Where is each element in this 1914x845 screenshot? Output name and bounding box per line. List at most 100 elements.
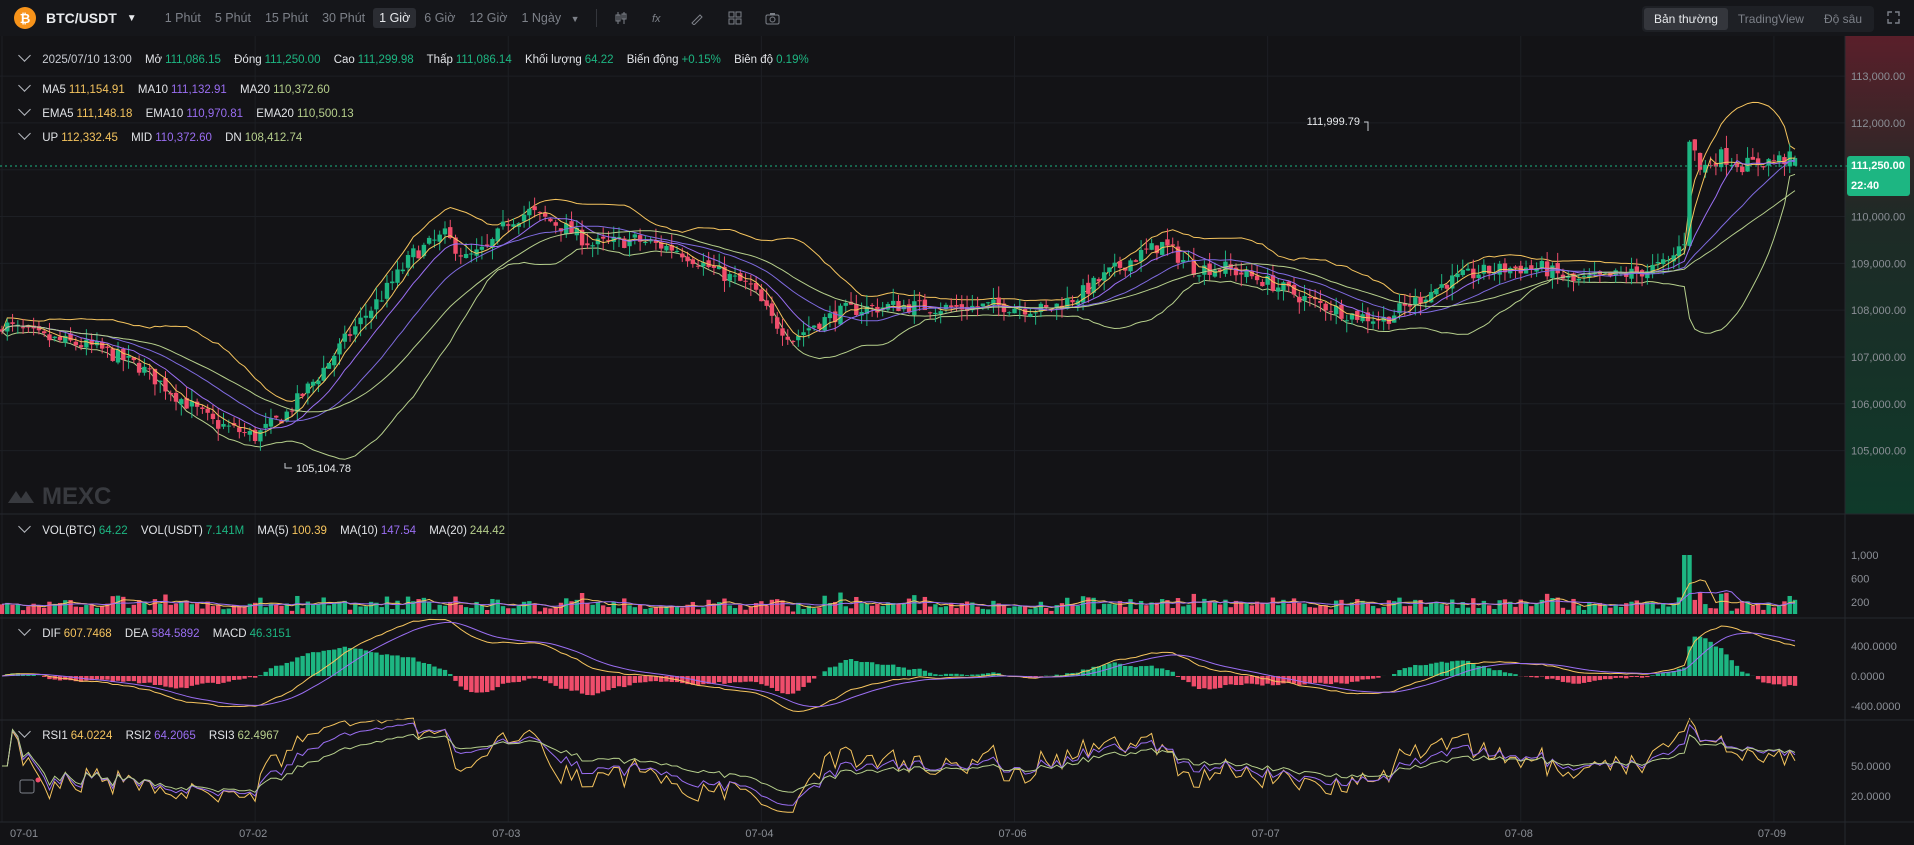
- interval-1h[interactable]: 1 Giờ: [373, 8, 417, 28]
- volume-bar: [400, 609, 405, 614]
- macd-histogram-bar: [1555, 676, 1560, 681]
- camera-icon[interactable]: [765, 10, 781, 26]
- volume-bar: [316, 603, 321, 614]
- macd-histogram-bar: [342, 646, 347, 676]
- volume-bar: [1787, 595, 1792, 614]
- view-tradingview[interactable]: TradingView: [1728, 8, 1814, 30]
- candle-body: [168, 393, 173, 395]
- candle-body: [1133, 260, 1139, 262]
- volume-bar: [1112, 604, 1117, 614]
- candle-body: [78, 345, 84, 348]
- volume-bar: [289, 610, 295, 614]
- draw-icon[interactable]: [689, 10, 705, 26]
- boll-up-value: 112,332.45: [61, 132, 118, 144]
- macd-histogram-bar: [579, 676, 585, 694]
- volume-bar: [332, 602, 337, 614]
- candle-body: [310, 381, 316, 386]
- volume-bar: [194, 603, 200, 614]
- svg-text:fx: fx: [652, 13, 661, 25]
- volume-bar: [1486, 605, 1492, 614]
- macd-histogram-bar: [237, 676, 242, 680]
- interval-6h[interactable]: 6 Giờ: [418, 8, 461, 28]
- macd-histogram-bar: [1223, 676, 1228, 686]
- volume-bar: [1660, 603, 1666, 614]
- candle-body: [400, 269, 405, 272]
- macd-histogram-bar: [574, 676, 580, 691]
- candle-body: [933, 312, 938, 315]
- macd-histogram-bar: [1191, 676, 1197, 687]
- macd-histogram-bar: [1513, 674, 1518, 676]
- volume-bar: [938, 607, 943, 614]
- candle-body: [553, 222, 558, 226]
- macd-histogram-bar: [268, 668, 274, 676]
- macd-histogram-bar: [1175, 676, 1181, 677]
- volume-bar: [1782, 601, 1787, 614]
- macd-histogram-bar: [326, 650, 332, 676]
- candle-settings-icon[interactable]: [613, 10, 629, 26]
- boll-mid-value: 110,372.60: [155, 132, 212, 144]
- macd-histogram-bar: [949, 673, 954, 676]
- volume-bar: [1592, 604, 1597, 614]
- candle-body: [537, 211, 543, 213]
- boll-dn-label: DN: [225, 132, 242, 144]
- interval-12h[interactable]: 12 Giờ: [463, 8, 513, 28]
- volume-bar: [864, 603, 870, 614]
- view-basic[interactable]: Bản thường: [1643, 8, 1728, 30]
- macd-histogram-bar: [374, 652, 379, 676]
- pair-dropdown-icon[interactable]: ▼: [127, 13, 137, 24]
- candle-body: [1012, 308, 1017, 314]
- candle-body: [379, 300, 384, 302]
- volume-legend: VOL(BTC) 64.22 VOL(USDT) 7.141M MA(5) 100.3…: [18, 520, 515, 537]
- volume-bar: [1376, 608, 1381, 614]
- layout-icon[interactable]: [727, 10, 743, 26]
- price-tick-label: 109,000.00: [1851, 258, 1906, 270]
- indicator-icon[interactable]: fx: [651, 10, 667, 26]
- candle-body: [1460, 270, 1465, 276]
- volume-bar: [1718, 593, 1724, 614]
- candle-body: [912, 301, 917, 316]
- fullscreen-icon[interactable]: [1887, 11, 1900, 27]
- volume-bar: [300, 608, 305, 614]
- macd-histogram-bar: [121, 676, 126, 682]
- macd-histogram-bar: [1260, 676, 1265, 686]
- interval-1d[interactable]: 1 Ngày ▼: [515, 8, 585, 28]
- svg-text:MEXC: MEXC: [42, 483, 111, 510]
- macd-histogram-bar: [1217, 676, 1223, 688]
- macd-histogram-bar: [1138, 666, 1144, 676]
- macd-histogram-bar: [384, 654, 390, 676]
- boll-mid-label: MID: [131, 132, 153, 144]
- volume-bar: [1634, 600, 1639, 614]
- macd-histogram-bar: [41, 676, 47, 677]
- volume-bar: [727, 605, 732, 614]
- volume-bar: [674, 606, 680, 614]
- volume-bar: [759, 601, 764, 614]
- interval-1m[interactable]: 1 Phút: [159, 8, 207, 28]
- macd-histogram-bar: [300, 655, 305, 676]
- macd-histogram-bar: [1587, 676, 1592, 683]
- change-label: Biến động: [626, 54, 679, 66]
- volume-bar: [653, 607, 659, 614]
- macd-histogram-bar: [959, 674, 964, 676]
- volume-bar: [1523, 602, 1529, 614]
- volume-tick-label: 600: [1851, 574, 1869, 586]
- macd-histogram-bar: [600, 676, 606, 692]
- volume-bar: [606, 607, 611, 614]
- interval-15m[interactable]: 15 Phút: [259, 8, 314, 28]
- macd-histogram-bar: [748, 676, 754, 682]
- volume-tick-label: 200: [1851, 597, 1869, 609]
- volume-bar: [933, 604, 938, 614]
- trading-pair[interactable]: BTC/USDT: [46, 10, 117, 26]
- volume-bar: [168, 604, 173, 614]
- candle-body: [52, 336, 57, 339]
- price-chart[interactable]: 113,000.00 112,000.00 110,000.00 109,000.00…: [0, 36, 1914, 845]
- volume-bar: [743, 609, 748, 614]
- macd-histogram-bar: [1355, 676, 1360, 682]
- candle-body: [469, 253, 474, 255]
- candle-body: [769, 303, 775, 316]
- dea-value: 584.5892: [151, 628, 200, 640]
- interval-5m[interactable]: 5 Phút: [209, 8, 257, 28]
- macd-histogram-bar: [769, 676, 775, 688]
- interval-30m[interactable]: 30 Phút: [316, 8, 371, 28]
- view-depth[interactable]: Độ sâu: [1814, 8, 1872, 30]
- volume-bar: [1692, 599, 1698, 614]
